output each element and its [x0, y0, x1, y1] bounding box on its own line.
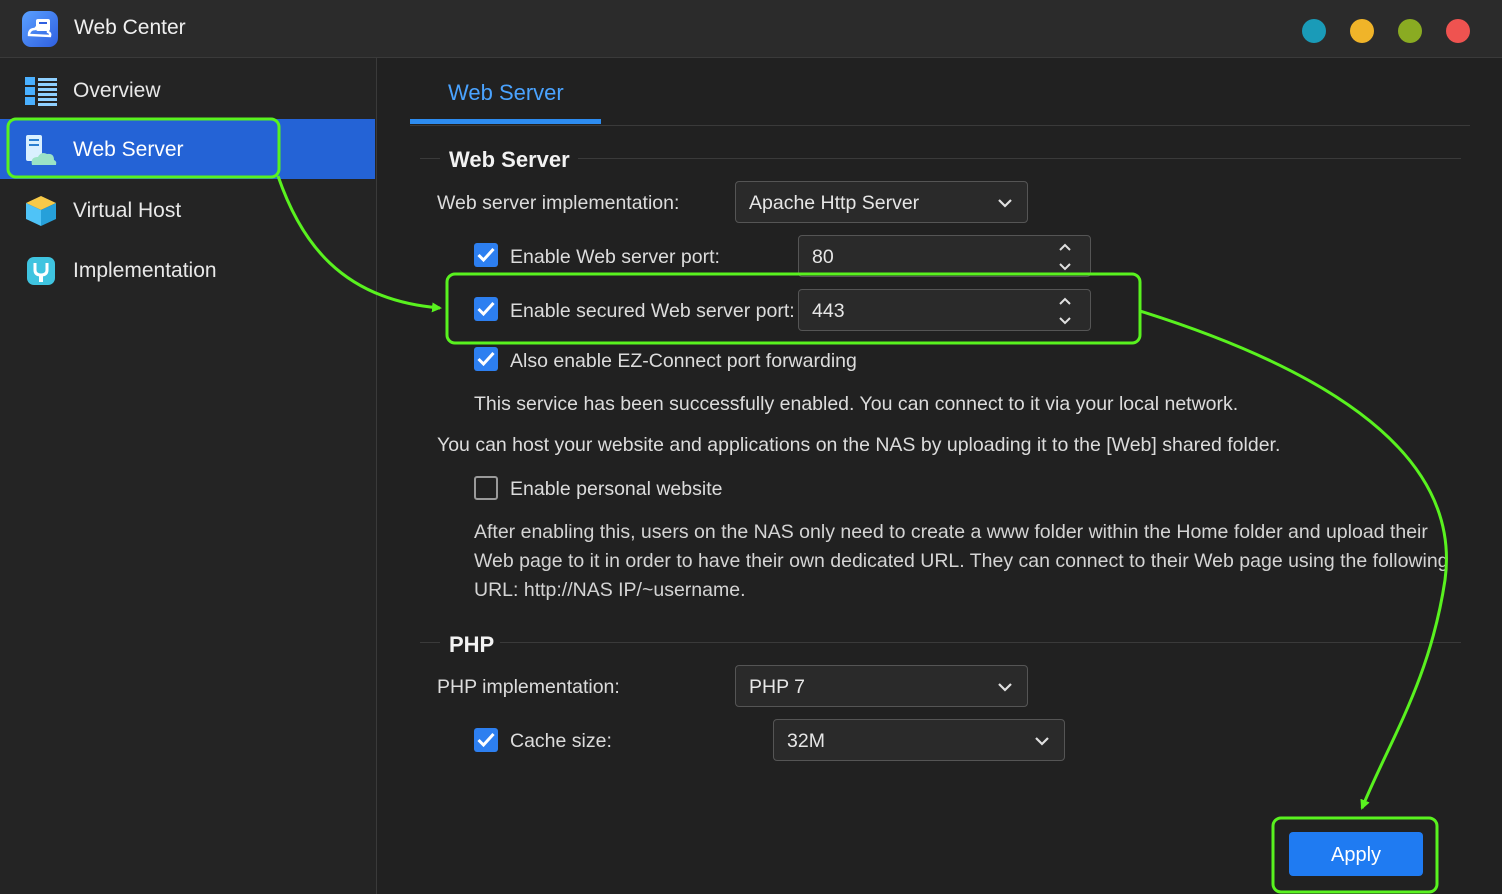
secured-port-label: Enable secured Web server port: — [510, 300, 795, 322]
chevron-down-icon — [998, 683, 1012, 692]
title-bar: Web Center — [0, 0, 1502, 58]
sidebar-item-implementation[interactable]: Implementation — [0, 240, 375, 300]
section-divider — [420, 642, 440, 643]
web-center-app-icon — [22, 11, 58, 47]
sidebar-item-virtual-host[interactable]: Virtual Host — [0, 180, 375, 240]
sidebar-item-label: Implementation — [73, 259, 217, 282]
secured-port-input[interactable]: 443 — [798, 289, 1091, 331]
personal-website-label: Enable personal website — [510, 478, 723, 500]
personal-website-description: After enabling this, users on the NAS on… — [474, 521, 1449, 601]
php-implementation-label: PHP implementation: — [437, 676, 620, 698]
chevron-down-icon — [1035, 737, 1049, 746]
ez-connect-checkbox[interactable] — [474, 347, 498, 371]
checkmark-icon — [477, 732, 495, 748]
implementation-icon — [27, 257, 55, 285]
sidebar-item-label: Web Server — [73, 138, 184, 161]
web-server-port-label: Enable Web server port: — [510, 246, 720, 268]
teal-window-button[interactable] — [1302, 19, 1326, 43]
ez-connect-label: Also enable EZ-Connect port forwarding — [510, 350, 857, 372]
checkmark-icon — [477, 247, 495, 263]
minimize-window-button[interactable] — [1350, 19, 1374, 43]
tab-web-server[interactable]: Web Server — [410, 58, 601, 125]
tab-divider — [410, 125, 1470, 126]
sidebar: Overview Web Server Virtual Host Impleme… — [0, 58, 377, 894]
web-server-port-checkbox[interactable] — [474, 243, 498, 267]
cache-size-label: Cache size: — [510, 730, 612, 752]
web-server-icon — [26, 135, 57, 165]
stepper-arrows-icon[interactable] — [1058, 241, 1072, 273]
select-value: 32M — [787, 730, 825, 752]
main-panel: Web Server Web Server Web server impleme… — [378, 58, 1502, 894]
maximize-window-button[interactable] — [1398, 19, 1422, 43]
sidebar-item-label: Overview — [73, 79, 161, 102]
close-window-button[interactable] — [1446, 19, 1470, 43]
chevron-down-icon — [998, 199, 1012, 208]
stepper-arrows-icon[interactable] — [1058, 295, 1072, 327]
php-section-title: PHP — [449, 632, 495, 657]
apply-button-label: Apply — [1330, 844, 1382, 866]
input-value: 443 — [812, 300, 845, 322]
cache-size-select[interactable]: 32M — [773, 719, 1065, 761]
section-divider — [500, 642, 1461, 643]
active-tab-indicator — [410, 119, 601, 124]
select-value: PHP 7 — [749, 676, 806, 698]
service-status-text: This service has been successfully enabl… — [474, 393, 1239, 415]
select-value: Apache Http Server — [749, 192, 920, 214]
host-info-text: You can host your website and applicatio… — [437, 434, 1281, 456]
checkmark-icon — [477, 351, 495, 367]
section-divider — [578, 158, 1461, 159]
sidebar-item-label: Virtual Host — [73, 199, 182, 222]
web-server-port-input[interactable]: 80 — [798, 235, 1091, 277]
overview-icon — [25, 77, 57, 106]
web-server-implementation-label: Web server implementation: — [437, 192, 680, 214]
input-value: 80 — [812, 246, 834, 268]
app-title: Web Center — [74, 16, 186, 39]
web-server-section-title: Web Server — [449, 147, 570, 172]
sidebar-item-overview[interactable]: Overview — [0, 60, 375, 120]
php-implementation-select[interactable]: PHP 7 — [735, 665, 1028, 707]
personal-website-checkbox[interactable] — [474, 476, 498, 500]
cache-size-checkbox[interactable] — [474, 728, 498, 752]
tab-label: Web Server — [448, 80, 564, 105]
checkmark-icon — [477, 301, 495, 317]
virtual-host-icon — [26, 196, 56, 226]
secured-port-checkbox[interactable] — [474, 297, 498, 321]
apply-button[interactable]: Apply — [1289, 832, 1423, 876]
section-divider — [420, 158, 440, 159]
sidebar-item-web-server[interactable]: Web Server — [0, 119, 375, 179]
web-server-implementation-select[interactable]: Apache Http Server — [735, 181, 1028, 223]
